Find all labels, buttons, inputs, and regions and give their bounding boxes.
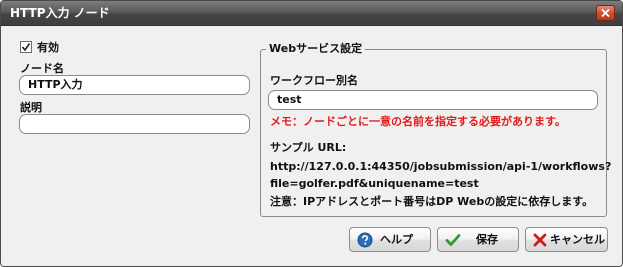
description-field[interactable] (19, 114, 250, 134)
close-button[interactable] (596, 5, 615, 21)
close-x-icon (601, 9, 610, 17)
node-name-label: ノード名 (20, 62, 64, 75)
sample-url-line-2: file=golfer.pdf&uniquename=test (270, 177, 479, 190)
memo-text: メモ：ノードごとに一意の名前を指定する必要があります。 (270, 115, 566, 128)
description-label: 説明 (20, 101, 42, 114)
checkmark-icon (21, 43, 31, 52)
web-service-legend: Webサービス設定 (266, 42, 366, 55)
save-button[interactable]: 保存 (437, 227, 519, 252)
enabled-label: 有効 (37, 41, 59, 54)
workflow-alias-field[interactable]: test (268, 90, 598, 110)
node-name-field[interactable]: HTTP入力 (19, 75, 250, 95)
help-question-icon (357, 232, 373, 248)
red-x-icon (533, 233, 547, 247)
help-button[interactable]: ヘルプ (349, 227, 431, 252)
title-bar[interactable]: HTTP入力 ノード (1, 1, 622, 26)
caution-text: 注意：IPアドレスとポート番号はDP Webの設定に依存します。 (270, 195, 594, 208)
workflow-alias-label: ワークフロー別名 (270, 74, 358, 87)
cancel-button-label: キャンセル (550, 233, 605, 246)
save-button-label: 保存 (476, 233, 498, 246)
help-button-label: ヘルプ (380, 233, 413, 246)
dialog-window: HTTP入力 ノード 有効 ノード名 HTTP入力 説明 Webサービス設定 ワ… (0, 0, 623, 267)
dialog-content: 有効 ノード名 HTTP入力 説明 Webサービス設定 ワークフロー別名 tes… (1, 26, 622, 266)
sample-url-line-1: http://127.0.0.1:44350/jobsubmission/api… (270, 160, 612, 173)
enabled-checkbox[interactable] (20, 41, 32, 53)
green-check-icon (445, 234, 461, 246)
cancel-button[interactable]: キャンセル (525, 227, 608, 252)
window-title: HTTP入力 ノード (10, 6, 110, 20)
sample-url-label: サンプル URL: (270, 141, 347, 154)
